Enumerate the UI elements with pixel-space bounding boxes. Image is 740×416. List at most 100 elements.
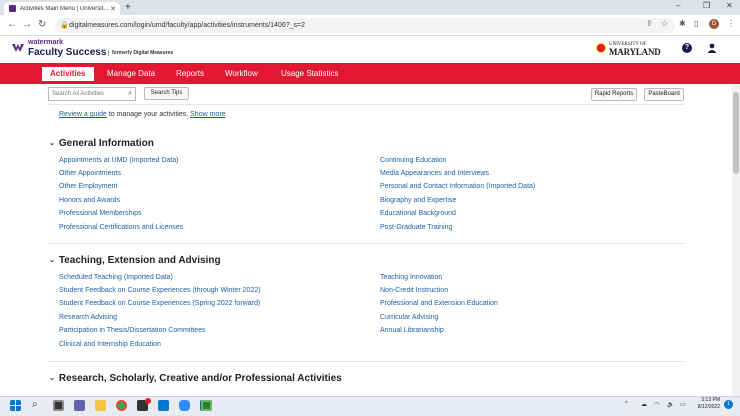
clock-date: 8/12/2022 <box>697 404 720 410</box>
close-tab-icon[interactable]: ✕ <box>110 5 116 13</box>
zoom-icon[interactable] <box>179 400 190 411</box>
section-title: Research, Scholarly, Creative and/or Pro… <box>58 373 342 384</box>
activity-link[interactable]: Personal and Contact Information (Import… <box>380 183 535 190</box>
address-bar-row: ← → ↻ 🔒 digitalmeasures.com/login/umd/fa… <box>0 15 740 36</box>
task-view-icon[interactable] <box>53 400 64 411</box>
side-panel-icon[interactable]: ▯ <box>694 19 698 28</box>
share-icon[interactable]: ⇪ <box>646 19 653 28</box>
extensions-icon[interactable]: ✱ <box>679 19 686 28</box>
show-more-link[interactable]: Show more <box>190 111 225 118</box>
new-tab-icon[interactable]: + <box>125 2 131 13</box>
file-explorer-icon[interactable] <box>95 400 106 411</box>
activity-link[interactable]: Continuing Education <box>380 157 447 164</box>
section-title: Teaching, Extension and Advising <box>58 255 221 266</box>
reload-icon[interactable]: ↻ <box>38 19 46 31</box>
wifi-icon[interactable]: ◠ <box>654 401 659 408</box>
outlook-icon[interactable] <box>158 400 169 411</box>
notification-badge <box>145 398 151 404</box>
battery-icon[interactable]: ▭ <box>680 401 686 408</box>
activity-link[interactable]: Teaching Innovation <box>380 274 442 281</box>
pasteboard-button[interactable]: PasteBoard <box>644 88 684 101</box>
activity-link[interactable]: Appointments at UMD (Imported Data) <box>59 157 178 164</box>
section-header-teaching[interactable]: ⌄ Teaching, Extension and Advising <box>49 255 221 266</box>
section-header-general-information[interactable]: ⌄ General Information <box>49 138 154 149</box>
review-guide-link[interactable]: Review a guide <box>59 111 107 118</box>
search-tips-button[interactable]: Search Tips <box>144 87 189 100</box>
bookmark-star-icon[interactable]: ☆ <box>661 19 668 28</box>
url-field[interactable]: 🔒 digitalmeasures.com/login/umd/faculty/… <box>55 18 675 33</box>
divider <box>48 104 684 105</box>
activity-link[interactable]: Other Employment <box>59 183 117 190</box>
search-icon[interactable]: ⌕ <box>32 399 38 410</box>
activity-link[interactable]: Professional Certifications and Licenses <box>59 224 183 231</box>
university-big-text: MARYLAND <box>609 47 661 57</box>
activity-link[interactable]: Professional and Extension Education <box>380 300 498 307</box>
maximize-icon[interactable]: ❐ <box>703 1 710 10</box>
activity-link[interactable]: Student Feedback on Course Experiences (… <box>59 300 260 307</box>
browser-menu-icon[interactable]: ⋮ <box>727 19 735 28</box>
user-account-icon[interactable] <box>707 43 717 53</box>
activity-link[interactable]: Honors and Awards <box>59 197 120 204</box>
nav-usage-statistics[interactable]: Usage Statistics <box>273 63 346 84</box>
activity-link[interactable]: Other Appointments <box>59 170 121 177</box>
nav-activities[interactable]: Activities <box>42 67 94 81</box>
watermark-logo-icon <box>12 44 24 52</box>
search-icon[interactable]: ⌕ <box>128 88 132 100</box>
browser-tab[interactable]: Activities Main Menu | Universit... ✕ <box>4 2 120 15</box>
help-icon[interactable]: ? <box>682 43 692 53</box>
watermark-label: watermark <box>28 39 64 46</box>
chevron-down-icon: ⌄ <box>49 257 55 264</box>
search-activities-input[interactable]: Search All Activities ⌕ <box>48 87 136 101</box>
profile-avatar[interactable]: G <box>709 19 719 29</box>
taskbar <box>0 396 740 416</box>
activity-link[interactable]: Professional Memberships <box>59 210 141 217</box>
guide-hint: Review a guide to manage your activities… <box>59 111 226 118</box>
teams-icon[interactable] <box>74 400 85 411</box>
app-icon[interactable] <box>201 400 212 411</box>
url-text: digitalmeasures.com/login/umd/faculty/ap… <box>69 22 305 29</box>
university-logo: UNIVERSITY OF MARYLAND <box>609 42 661 57</box>
notification-count-badge[interactable]: 1 <box>724 400 733 409</box>
section-header-research[interactable]: ⌄ Research, Scholarly, Creative and/or Pr… <box>49 373 342 384</box>
window-close-icon[interactable]: ✕ <box>726 1 733 10</box>
lock-icon: 🔒 <box>60 22 69 29</box>
cloud-icon[interactable]: ☁ <box>641 401 647 408</box>
volume-icon[interactable]: 🔈 <box>667 401 674 408</box>
system-clock[interactable]: 3:13 PM 8/12/2022 <box>690 397 720 411</box>
nav-manage-data[interactable]: Manage Data <box>99 63 163 84</box>
forward-icon[interactable]: → <box>22 19 32 31</box>
rapid-reports-button[interactable]: Rapid Reports <box>591 88 637 101</box>
main-nav: Activities Manage Data Reports Workflow … <box>0 63 740 84</box>
scrollbar-thumb[interactable] <box>733 92 739 174</box>
windows-start-icon[interactable] <box>10 400 21 411</box>
chevron-down-icon: ⌄ <box>49 375 55 382</box>
review-text: to manage your activities. <box>106 111 191 118</box>
activity-link[interactable]: Participation in Thesis/Dissertation Com… <box>59 327 206 334</box>
divider <box>48 361 684 362</box>
formerly-label: formerly Digital Measures <box>108 50 173 56</box>
activity-link[interactable]: Annual Librarianship <box>380 327 444 334</box>
activity-link[interactable]: Student Feedback on Course Experiences (… <box>59 287 261 294</box>
chevron-up-icon[interactable]: ^ <box>625 401 628 407</box>
activity-link[interactable]: Curricular Advising <box>380 314 438 321</box>
nav-reports[interactable]: Reports <box>168 63 212 84</box>
activity-link[interactable]: Post-Graduate Training <box>380 224 452 231</box>
activity-link[interactable]: Non-Credit Instruction <box>380 287 448 294</box>
section-title: General Information <box>58 138 154 149</box>
activity-link[interactable]: Educational Background <box>380 210 456 217</box>
search-placeholder: Search All Activities <box>52 91 105 97</box>
chrome-icon[interactable] <box>116 400 127 411</box>
back-icon[interactable]: ← <box>7 19 17 31</box>
activity-link[interactable]: Scheduled Teaching (Imported Data) <box>59 274 173 281</box>
tab-title: Activities Main Menu | Universit... <box>20 5 109 12</box>
activity-link[interactable]: Research Advising <box>59 314 117 321</box>
activity-link[interactable]: Biography and Expertise <box>380 197 456 204</box>
minimize-icon[interactable]: – <box>676 1 680 10</box>
chevron-down-icon: ⌄ <box>49 140 55 147</box>
divider <box>48 243 684 244</box>
activity-link[interactable]: Clinical and Internship Education <box>59 341 161 348</box>
nav-workflow[interactable]: Workflow <box>217 63 266 84</box>
activity-link[interactable]: Media Appearances and Interviews <box>380 170 489 177</box>
product-name[interactable]: Faculty Success <box>28 47 106 58</box>
clock-time: 3:13 PM <box>701 397 720 403</box>
